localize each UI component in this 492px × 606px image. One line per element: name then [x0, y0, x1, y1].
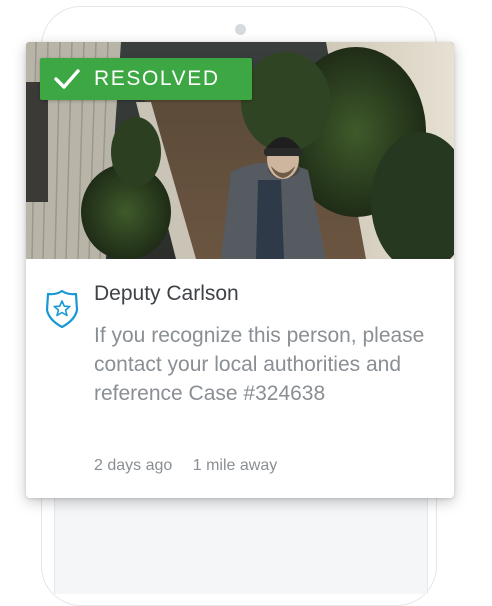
alert-meta: 2 days ago 1 mile away: [94, 457, 277, 475]
phone-speaker: [235, 24, 246, 35]
alert-card[interactable]: RESOLVED Deputy Carlson If you recognize…: [26, 42, 454, 498]
alert-message: If you recognize this person, please con…: [94, 324, 425, 405]
camera-snapshot[interactable]: RESOLVED: [26, 42, 454, 259]
resolved-label: RESOLVED: [94, 67, 220, 90]
author-name: Deputy Carlson: [94, 282, 239, 305]
checkmark-icon: [54, 69, 80, 89]
resolved-badge: RESOLVED: [40, 58, 252, 100]
distance: 1 mile away: [192, 457, 278, 474]
police-badge-icon: [45, 289, 79, 329]
time-ago: 2 days ago: [94, 457, 173, 474]
phone-screen: [54, 494, 428, 594]
